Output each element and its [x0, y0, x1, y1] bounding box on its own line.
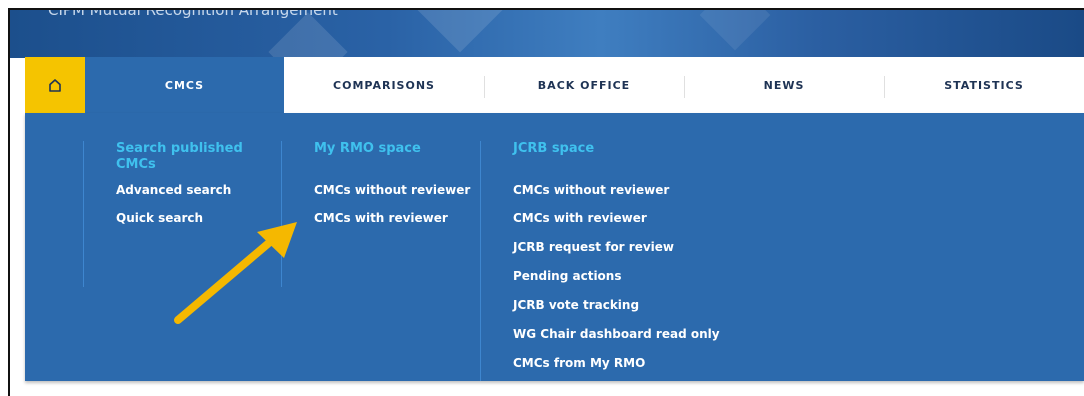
annotation-arrow-icon: [174, 222, 297, 324]
